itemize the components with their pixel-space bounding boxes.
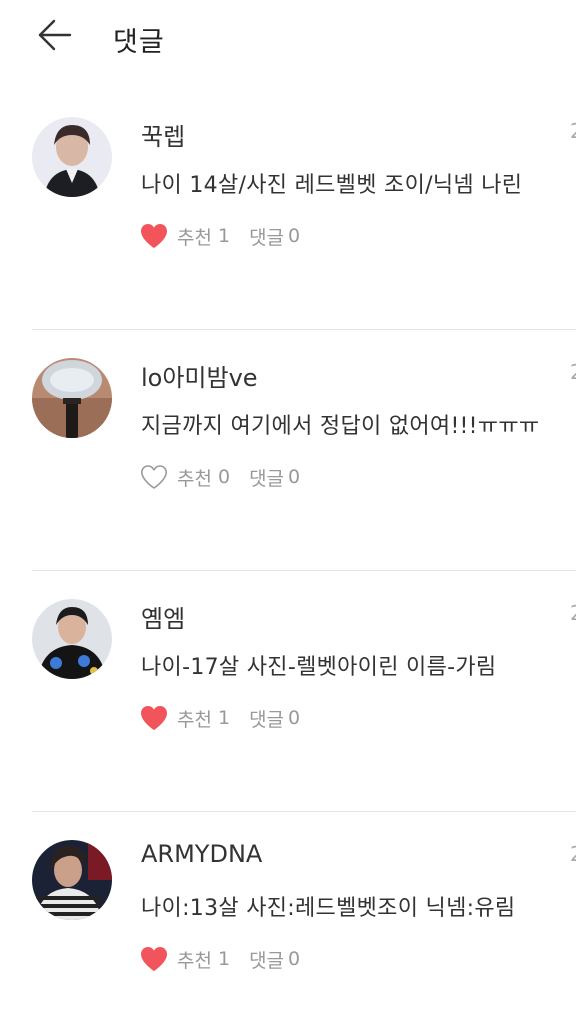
like-count: 1 xyxy=(217,225,231,247)
comment-actions: 추천 0 댓글 0 xyxy=(139,459,300,495)
like-label: 추천 xyxy=(177,467,212,490)
comment-date: 2 xyxy=(570,360,576,384)
reply-count: 0 xyxy=(288,225,301,247)
reply-button[interactable]: 댓글 0 xyxy=(249,705,300,732)
like-label: 추천 xyxy=(177,226,212,249)
like-label: 추천 xyxy=(177,949,212,972)
comment-date: 2 xyxy=(570,842,576,866)
reply-button[interactable]: 댓글 0 xyxy=(249,464,300,491)
comment-item: lo아미밤ve 2 지금까지 여기에서 정답이 없어여!!!ㅠㅠㅠ 추천 0 댓… xyxy=(0,330,576,571)
reply-count: 0 xyxy=(288,948,301,970)
comment-author[interactable]: 꾹렙 xyxy=(141,117,185,152)
page-title: 댓글 xyxy=(113,27,165,58)
comment-actions: 추천 1 댓글 0 xyxy=(139,941,300,977)
comment-item: 꾹렙 2 나이 14살/사진 레드벨벳 조이/닉넴 나린 추천 1 댓글 0 xyxy=(0,89,576,330)
heart-outline-icon xyxy=(141,465,167,489)
comment-author[interactable]: ARMYDNA xyxy=(141,840,262,868)
like-button[interactable]: 추천 0 xyxy=(139,463,230,491)
avatar[interactable] xyxy=(32,117,112,197)
comment-item: ARMYDNA 2 나이:13살 사진:레드벨벳조이 닉넴:유림 추천 1 댓글… xyxy=(0,812,576,1024)
avatar[interactable] xyxy=(32,840,112,920)
comment-date: 2 xyxy=(570,601,576,625)
reply-count: 0 xyxy=(288,466,301,488)
reply-label: 댓글 xyxy=(249,708,285,731)
heart-filled-icon xyxy=(141,706,167,730)
comment-text: 지금까지 여기에서 정답이 없어여!!!ㅠㅠㅠ xyxy=(141,414,540,439)
reply-label: 댓글 xyxy=(249,467,285,490)
avatar-image xyxy=(32,358,112,438)
comments-screen: 댓글 꾹렙 2 나이 14살/사진 레드벨벳 조이/닉넴 나린 추천 1 xyxy=(0,0,576,1024)
avatar-image xyxy=(32,117,112,197)
arrow-left-icon xyxy=(38,19,72,51)
comment-text: 나이:13살 사진:레드벨벳조이 닉넴:유림 xyxy=(141,896,516,921)
like-label: 추천 xyxy=(177,708,212,731)
comment-actions: 추천 1 댓글 0 xyxy=(139,218,300,254)
avatar-image xyxy=(32,840,112,920)
avatar[interactable] xyxy=(32,599,112,679)
like-button[interactable]: 추천 1 xyxy=(139,222,230,250)
reply-label: 댓글 xyxy=(249,949,285,972)
reply-button[interactable]: 댓글 0 xyxy=(249,946,300,973)
reply-label: 댓글 xyxy=(249,226,285,249)
comment-actions: 추천 1 댓글 0 xyxy=(139,700,300,736)
heart-filled-icon xyxy=(141,947,167,971)
comment-text: 나이 14살/사진 레드벨벳 조이/닉넴 나린 xyxy=(141,173,523,198)
comment-author[interactable]: 옘엠 xyxy=(141,599,185,634)
reply-button[interactable]: 댓글 0 xyxy=(249,223,300,250)
like-count: 1 xyxy=(217,948,231,970)
like-count: 0 xyxy=(217,466,231,488)
avatar-image xyxy=(32,599,112,679)
reply-count: 0 xyxy=(288,707,301,729)
comment-date: 2 xyxy=(570,119,576,143)
like-count: 1 xyxy=(217,707,231,729)
like-button[interactable]: 추천 1 xyxy=(139,704,230,732)
app-header: 댓글 xyxy=(0,0,576,72)
comment-author[interactable]: lo아미밤ve xyxy=(141,358,258,393)
comment-item: 옘엠 2 나이-17살 사진-렐벳아이린 이름-가림 추천 1 댓글 0 xyxy=(0,571,576,812)
heart-filled-icon xyxy=(141,224,167,248)
like-button[interactable]: 추천 1 xyxy=(139,945,230,973)
comment-text: 나이-17살 사진-렐벳아이린 이름-가림 xyxy=(141,655,497,680)
avatar[interactable] xyxy=(32,358,112,438)
back-button[interactable] xyxy=(30,14,80,58)
